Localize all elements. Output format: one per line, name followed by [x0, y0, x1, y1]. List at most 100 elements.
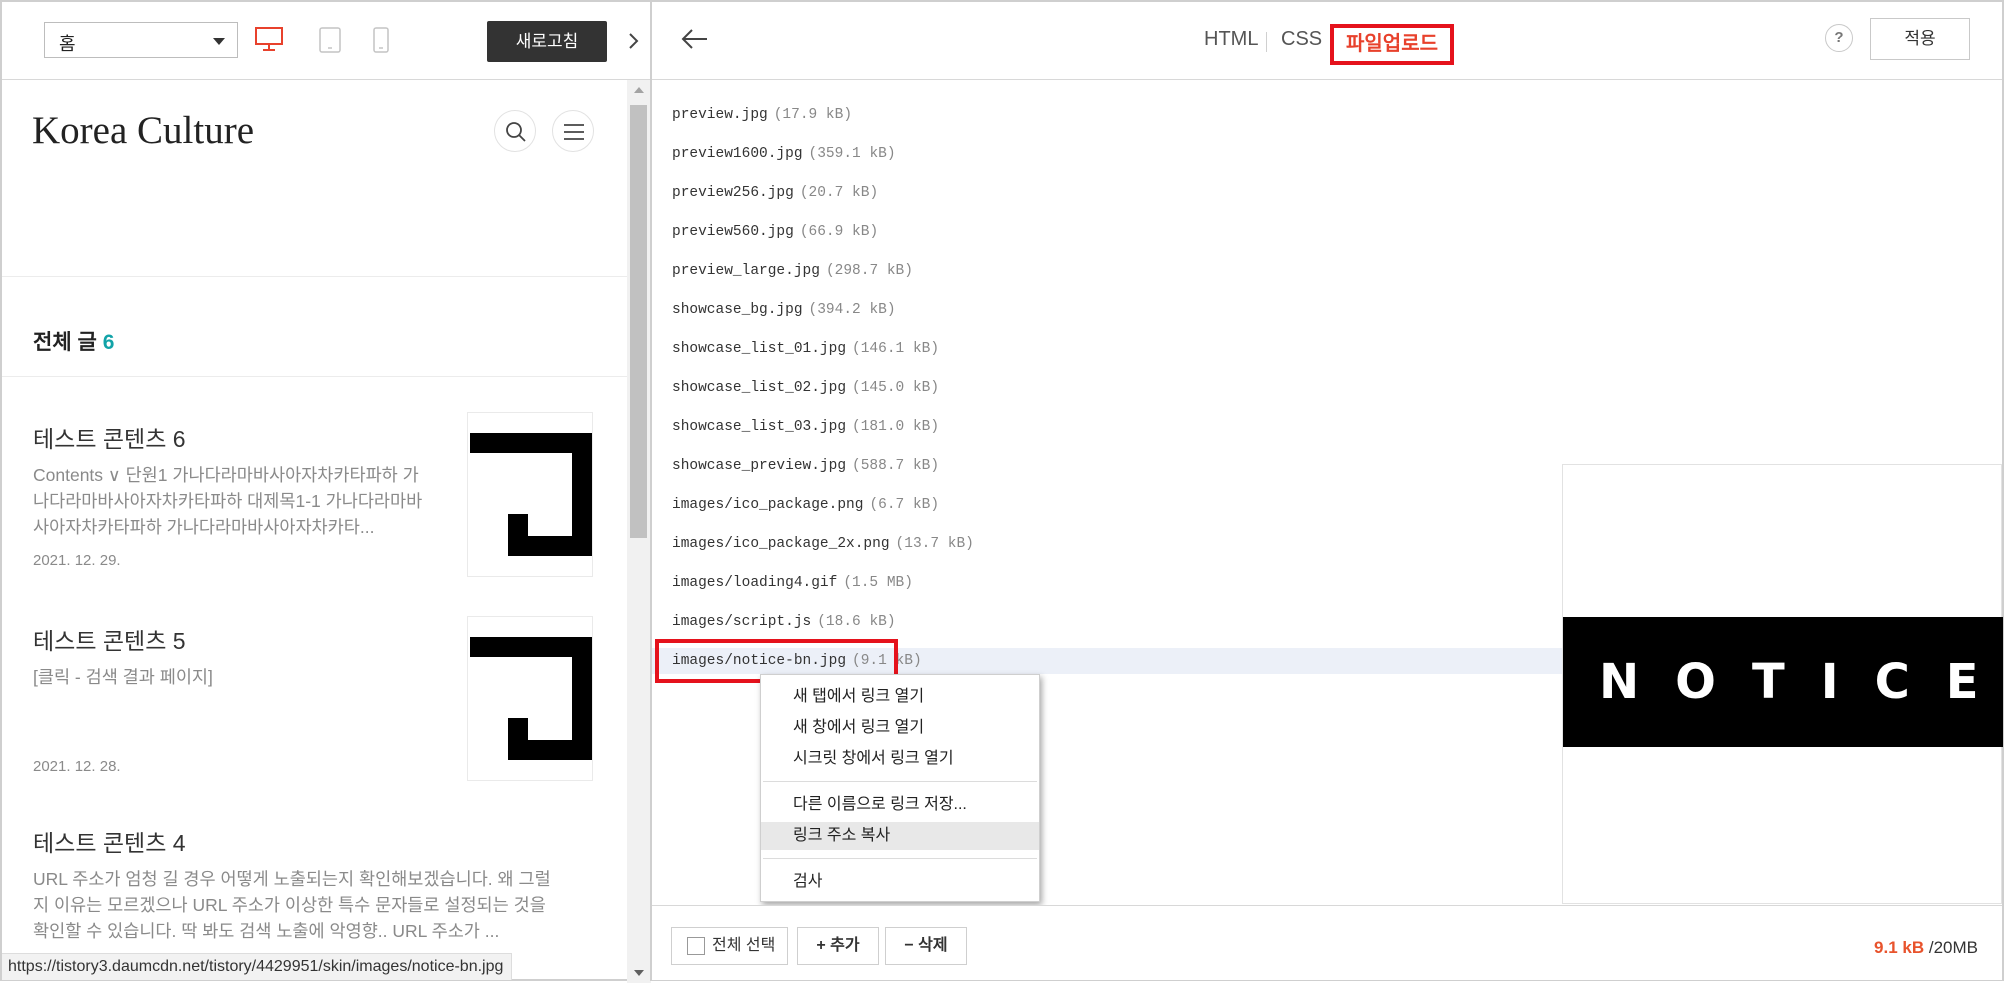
preview-toolbar: 홈 새로고침 [2, 2, 651, 80]
select-all-checkbox[interactable] [687, 937, 705, 955]
refresh-button[interactable]: 새로고침 [487, 21, 607, 62]
file-name[interactable]: images/ico_package.png (6.7 kB) [672, 497, 939, 513]
scroll-up-icon[interactable] [634, 87, 644, 93]
file-name-text: preview_large.jpg [672, 263, 820, 279]
blog-title[interactable]: Korea Culture [32, 108, 254, 153]
menu-separator [763, 858, 1037, 859]
menu-button[interactable] [552, 110, 594, 152]
file-name[interactable]: images/notice-bn.jpg (9.1 kB) [672, 653, 922, 669]
file-row-selected[interactable]: images/notice-bn.jpg (9.1 kB) [652, 648, 1562, 674]
file-row[interactable]: images/script.js (18.6 kB) [652, 609, 1562, 635]
file-size: (13.7 kB) [895, 536, 974, 552]
file-name[interactable]: images/ico_package_2x.png (13.7 kB) [672, 536, 974, 552]
file-name-text: preview256.jpg [672, 185, 794, 201]
file-row[interactable]: showcase_list_01.jpg (146.1 kB) [652, 336, 1562, 362]
file-name-text: showcase_list_01.jpg [672, 341, 847, 357]
post-count: 6 [102, 331, 115, 354]
post-title[interactable]: 테스트 콘텐츠 6 [33, 420, 186, 454]
post-excerpt: [클릭 - 검색 결과 페이지] [33, 667, 213, 687]
page-select[interactable]: 홈 [44, 22, 238, 58]
tab-file-upload[interactable]: 파일업로드 [1330, 24, 1454, 65]
file-row[interactable]: images/loading4.gif (1.5 MB) [652, 570, 1562, 596]
editor-header: HTML CSS 파일업로드 ? 적용 [652, 2, 2002, 80]
file-name[interactable]: preview_large.jpg (298.7 kB) [672, 263, 913, 279]
notice-banner-image: NOTICE [1563, 617, 2003, 747]
menu-item-save-link-as[interactable]: 다른 이름으로 링크 저장... [761, 791, 1039, 819]
add-file-button[interactable]: + 추가 [797, 927, 879, 965]
context-menu: 새 탭에서 링크 열기 새 창에서 링크 열기 시크릿 창에서 링크 열기 다른… [760, 674, 1040, 902]
storage-usage: 9.1 kB /20MB [1874, 938, 1978, 958]
post-excerpt: URL 주소가 엄청 길 경우 어떻게 노출되는지 확인해보겠습니다. 왜 그럴… [33, 869, 551, 941]
tab-separator [1266, 32, 1267, 52]
section-title-label: 전체 글 [33, 331, 97, 354]
file-row[interactable]: images/ico_package_2x.png (13.7 kB) [652, 531, 1562, 557]
scroll-down-icon[interactable] [634, 970, 644, 976]
post-date: 2021. 12. 28. [33, 758, 121, 775]
search-icon [506, 122, 526, 142]
file-row[interactable]: showcase_bg.jpg (394.2 kB) [652, 297, 1562, 323]
storage-used: 9.1 kB [1874, 938, 1925, 957]
file-size: (9.1 kB) [852, 653, 922, 669]
tab-css[interactable]: CSS [1281, 28, 1322, 51]
menu-item-copy-link-address[interactable]: 링크 주소 복사 [761, 822, 1039, 850]
file-row[interactable]: showcase_preview.jpg (588.7 kB) [652, 453, 1562, 479]
file-name[interactable]: preview256.jpg (20.7 kB) [672, 185, 878, 201]
preview-scrollbar[interactable] [627, 80, 651, 983]
file-name[interactable]: preview560.jpg (66.9 kB) [672, 224, 878, 240]
post-title[interactable]: 테스트 콘텐츠 4 [33, 824, 186, 858]
apply-button[interactable]: 적용 [1870, 18, 1970, 60]
post-thumbnail[interactable] [467, 412, 593, 577]
image-preview: NOTICE [1562, 464, 2003, 904]
file-row[interactable]: preview560.jpg (66.9 kB) [652, 219, 1562, 245]
file-size: (146.1 kB) [852, 341, 940, 357]
file-size: (18.6 kB) [817, 614, 896, 630]
file-row[interactable]: showcase_list_02.jpg (145.0 kB) [652, 375, 1562, 401]
file-name[interactable]: images/loading4.gif (1.5 MB) [672, 575, 913, 591]
chevron-right-icon[interactable] [622, 28, 644, 54]
menu-item-inspect[interactable]: 검사 [761, 868, 1039, 896]
file-name[interactable]: showcase_list_02.jpg (145.0 kB) [672, 380, 939, 396]
file-name[interactable]: showcase_preview.jpg (588.7 kB) [672, 458, 939, 474]
file-name[interactable]: showcase_bg.jpg (394.2 kB) [672, 302, 896, 318]
select-all-button[interactable]: 전체 선택 [671, 927, 788, 965]
post-title[interactable]: 테스트 콘텐츠 5 [33, 622, 186, 656]
preview-pane: 홈 새로고침 Korea Culture 전체 글 6 테스트 콘텐츠 6 Co… [2, 2, 651, 983]
back-arrow-icon[interactable] [680, 24, 710, 54]
file-size: (298.7 kB) [825, 263, 913, 279]
file-row[interactable]: preview_large.jpg (298.7 kB) [652, 258, 1562, 284]
search-button[interactable] [494, 110, 536, 152]
file-name[interactable]: showcase_list_01.jpg (146.1 kB) [672, 341, 939, 357]
help-button[interactable]: ? [1825, 24, 1853, 52]
desktop-icon[interactable] [254, 26, 284, 57]
file-name-text: showcase_list_02.jpg [672, 380, 847, 396]
post-thumbnail[interactable] [467, 616, 593, 781]
file-name-text: images/notice-bn.jpg [672, 653, 847, 669]
file-name[interactable]: images/script.js (18.6 kB) [672, 614, 896, 630]
file-name[interactable]: preview.jpg (17.9 kB) [672, 107, 852, 123]
tablet-icon[interactable] [318, 26, 342, 59]
file-name-text: preview560.jpg [672, 224, 794, 240]
file-name[interactable]: preview1600.jpg (359.1 kB) [672, 146, 896, 162]
editor-footer: 전체 선택 + 추가 − 삭제 9.1 kB /20MB [652, 905, 2002, 980]
tab-html[interactable]: HTML [1204, 28, 1258, 51]
file-size: (394.2 kB) [808, 302, 896, 318]
menu-separator [763, 781, 1037, 782]
file-row[interactable]: images/ico_package.png (6.7 kB) [652, 492, 1562, 518]
file-row[interactable]: preview256.jpg (20.7 kB) [652, 180, 1562, 206]
file-name[interactable]: showcase_list_03.jpg (181.0 kB) [672, 419, 939, 435]
menu-item-open-incognito[interactable]: 시크릿 창에서 링크 열기 [761, 745, 1039, 773]
file-name-text: preview1600.jpg [672, 146, 803, 162]
scroll-thumb[interactable] [630, 105, 647, 538]
file-size: (6.7 kB) [869, 497, 940, 513]
delete-file-button[interactable]: − 삭제 [885, 927, 967, 965]
editor-pane: HTML CSS 파일업로드 ? 적용 preview.jpg (17.9 kB)… [652, 2, 2003, 980]
file-row[interactable]: preview.jpg (17.9 kB) [652, 102, 1562, 128]
file-row[interactable]: showcase_list_03.jpg (181.0 kB) [652, 414, 1562, 440]
blog-preview: Korea Culture 전체 글6 테스트 콘텐츠 6 Contents ∨… [2, 80, 627, 983]
menu-item-open-new-tab[interactable]: 새 탭에서 링크 열기 [761, 683, 1039, 711]
mobile-icon[interactable] [372, 26, 390, 59]
file-name-text: images/ico_package.png [672, 497, 864, 513]
file-name-text: images/loading4.gif [672, 575, 838, 591]
menu-item-open-new-window[interactable]: 새 창에서 링크 열기 [761, 714, 1039, 742]
file-row[interactable]: preview1600.jpg (359.1 kB) [652, 141, 1562, 167]
